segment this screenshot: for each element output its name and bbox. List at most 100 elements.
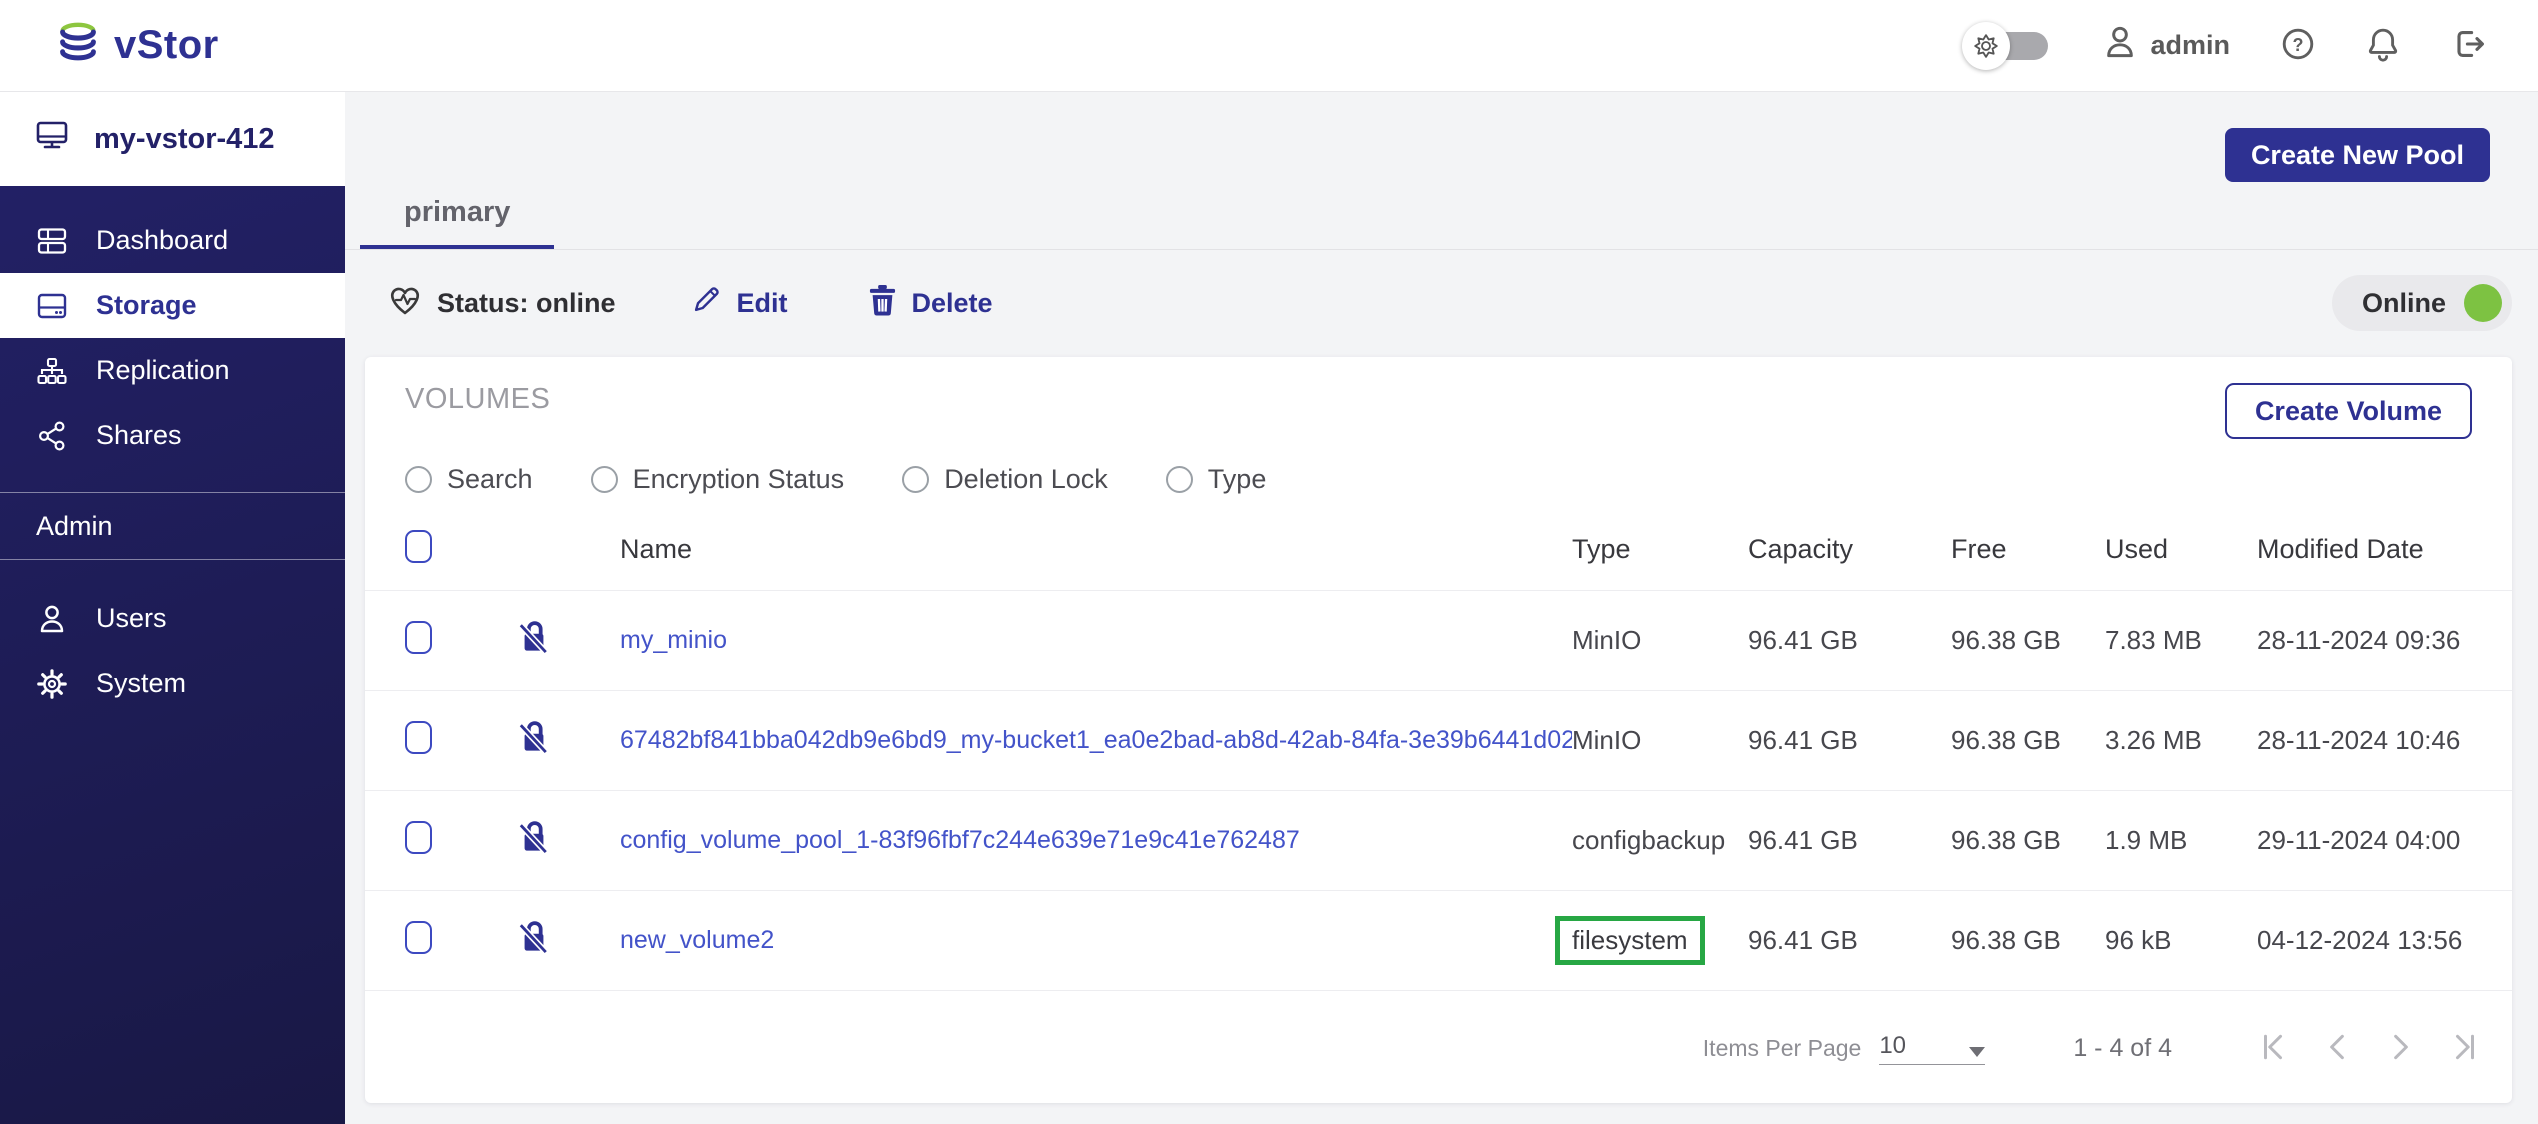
sidebar-item-dashboard[interactable]: Dashboard (0, 208, 345, 273)
first-page-button[interactable] (2258, 1032, 2288, 1065)
volume-free: 96.38 GB (1951, 925, 2105, 956)
pool-status: Status: online (387, 283, 616, 324)
sidebar-item-label: Users (96, 603, 167, 634)
dashboard-icon (36, 227, 68, 255)
items-per-page-select[interactable]: 10 (1879, 1032, 1985, 1065)
help-icon: ? (2280, 26, 2316, 65)
volume-capacity: 96.41 GB (1748, 825, 1951, 856)
pool-status-label: Status: online (437, 288, 616, 319)
online-badge-label: Online (2362, 288, 2446, 319)
volume-capacity: 96.41 GB (1748, 925, 1951, 956)
logout-button[interactable] (2450, 27, 2486, 64)
volume-free: 96.38 GB (1951, 725, 2105, 756)
user-icon (2104, 25, 2136, 66)
column-header-type: Type (1572, 534, 1748, 565)
sidebar-item-storage[interactable]: Storage (0, 273, 345, 338)
sidebar-item-replication[interactable]: Replication (0, 338, 345, 403)
row-checkbox[interactable] (405, 721, 432, 754)
radio-icon (902, 466, 929, 493)
sidebar-item-shares[interactable]: Shares (0, 403, 345, 468)
radio-icon (405, 466, 432, 493)
filter-deletion-lock[interactable]: Deletion Lock (902, 464, 1108, 495)
row-checkbox[interactable] (405, 821, 432, 854)
sidebar-item-users[interactable]: Users (0, 586, 345, 651)
sidebar-item-server[interactable]: my-vstor-412 (0, 92, 345, 186)
online-status-badge: Online (2332, 275, 2512, 331)
create-volume-button[interactable]: Create Volume (2225, 383, 2472, 439)
volume-name-link[interactable]: config_volume_pool_1-83f96fbf7c244e639e7… (620, 826, 1572, 855)
app-header: vStor admin (0, 0, 2538, 92)
volume-type: MinIO (1572, 725, 1748, 756)
help-button[interactable]: ? (2280, 26, 2316, 65)
filter-encryption-status[interactable]: Encryption Status (591, 464, 845, 495)
next-page-button[interactable] (2386, 1032, 2416, 1065)
storage-icon (36, 293, 68, 319)
volume-free: 96.38 GB (1951, 825, 2105, 856)
volume-type: MinIO (1572, 625, 1748, 656)
column-header-name: Name (620, 534, 1572, 565)
theme-toggle[interactable] (1962, 21, 2054, 71)
vstor-logo: vStor (56, 21, 219, 70)
radio-icon (591, 466, 618, 493)
sidebar-item-system[interactable]: System (0, 651, 345, 716)
prev-page-button[interactable] (2322, 1032, 2352, 1065)
edit-label: Edit (737, 288, 788, 319)
filter-label: Search (447, 464, 533, 495)
volume-modified-date: 29-11-2024 04:00 (2257, 825, 2472, 856)
vstor-logo-text: vStor (114, 23, 219, 68)
pool-toolbar: Status: online Edit (387, 270, 2512, 336)
items-per-page-label: Items Per Page (1703, 1035, 1862, 1062)
sidebar: my-vstor-412 Dashboard (0, 92, 345, 1124)
user-menu[interactable]: admin (2104, 25, 2230, 66)
volume-capacity: 96.41 GB (1748, 625, 1951, 656)
deletion-lock-off-icon (518, 919, 620, 962)
gear-icon (36, 669, 68, 699)
edit-pool-button[interactable]: Edit (690, 284, 788, 323)
column-header-free: Free (1951, 534, 2105, 565)
sidebar-item-label: System (96, 668, 186, 699)
bell-icon (2366, 26, 2400, 65)
volume-name-link[interactable]: 67482bf841bba042db9e6bd9_my-bucket1_ea0e… (620, 726, 1572, 755)
volumes-title: VOLUMES (405, 383, 550, 416)
volume-capacity: 96.41 GB (1748, 725, 1951, 756)
sidebar-admin-nav: Users System (0, 560, 345, 716)
volume-used: 1.9 MB (2105, 825, 2257, 856)
svg-text:?: ? (2293, 35, 2304, 55)
last-page-icon (2450, 1032, 2480, 1065)
table-row: config_volume_pool_1-83f96fbf7c244e639e7… (365, 791, 2512, 891)
row-checkbox[interactable] (405, 621, 432, 654)
delete-pool-button[interactable]: Delete (868, 283, 993, 323)
volume-name-link[interactable]: my_minio (620, 626, 1572, 655)
column-header-used: Used (2105, 534, 2257, 565)
sidebar-item-label: Dashboard (96, 225, 228, 256)
filter-label: Deletion Lock (944, 464, 1108, 495)
filter-type[interactable]: Type (1166, 464, 1267, 495)
pencil-icon (690, 284, 722, 323)
user-name: admin (2150, 30, 2230, 61)
prev-page-icon (2322, 1032, 2352, 1065)
volumes-table: Name Type Capacity Free Used Modified Da… (365, 509, 2512, 991)
replication-icon (36, 357, 68, 385)
filter-search[interactable]: Search (405, 464, 533, 495)
row-checkbox[interactable] (405, 921, 432, 954)
notifications-button[interactable] (2366, 26, 2400, 65)
heart-pulse-icon (387, 283, 423, 324)
delete-label: Delete (912, 288, 993, 319)
pager-controls (2258, 1032, 2480, 1065)
deletion-lock-off-icon (518, 719, 620, 762)
volume-used: 3.26 MB (2105, 725, 2257, 756)
first-page-icon (2258, 1032, 2288, 1065)
last-page-button[interactable] (2450, 1032, 2480, 1065)
column-header-capacity: Capacity (1748, 534, 1951, 565)
volume-used: 96 kB (2105, 925, 2257, 956)
table-row: my_minio MinIO 96.41 GB 96.38 GB 7.83 MB… (365, 591, 2512, 691)
volume-modified-date: 28-11-2024 10:46 (2257, 725, 2472, 756)
sidebar-item-label: Storage (96, 290, 197, 321)
header-actions: admin ? (1962, 21, 2486, 71)
tab-primary[interactable]: primary (360, 196, 554, 249)
volume-name-link[interactable]: new_volume2 (620, 926, 1572, 955)
monitor-icon (36, 119, 68, 159)
pagination-range: 1 - 4 of 4 (2073, 1034, 2172, 1063)
select-all-checkbox[interactable] (405, 530, 432, 563)
create-new-pool-button[interactable]: Create New Pool (2225, 128, 2490, 182)
